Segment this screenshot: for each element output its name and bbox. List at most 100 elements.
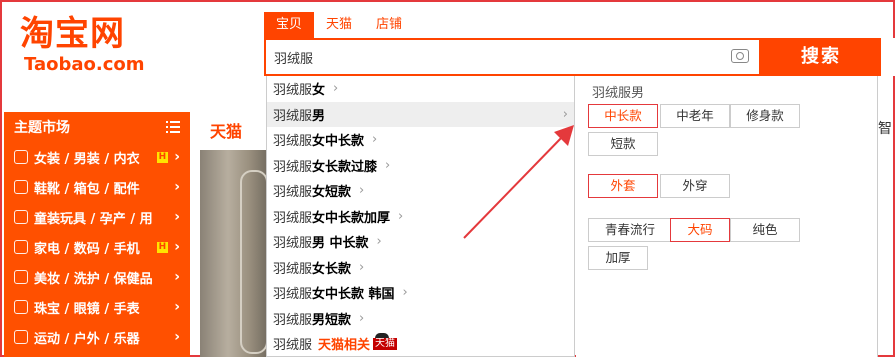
tmall-channel-label[interactable]: 天猫 [210,118,242,142]
sidebar-item[interactable]: 运动 / 户外 / 乐器 › [4,322,190,352]
category-icon [14,180,28,194]
attribute-chip[interactable]: 短款 [588,132,658,156]
suggestion-item[interactable]: 羽绒服男 中长款 › [267,229,574,255]
attribute-chip[interactable]: 中老年 [660,104,730,128]
hot-badge: H [156,241,169,253]
category-icon [14,210,28,224]
attribute-chip[interactable]: 中长款 [588,104,658,128]
attribute-chip[interactable]: 外穿 [660,174,730,198]
chevron-right-icon: › [174,149,180,165]
chevron-right-icon: › [385,157,391,173]
sidebar-list: 女装 / 男装 / 内衣 H › 鞋靴 / 箱包 / 配件 › 童装玩具 / 孕产 / 用… [4,142,190,352]
sidebar-item[interactable]: 鞋靴 / 箱包 / 配件 › [4,172,190,202]
suggestion-item[interactable]: 羽绒服 女短款 › [267,178,574,204]
category-icon [14,300,28,314]
sidebar-item-label: 家电 / 数码 / 手机 [34,241,140,257]
chevron-right-icon: › [174,239,180,255]
chevron-right-icon: › [174,329,180,345]
logo-en-text: Taobao.com [24,54,145,75]
search-button[interactable]: 搜索 [761,38,881,76]
tab-tmall[interactable]: 天猫 [314,12,364,38]
attribute-chip[interactable]: 加厚 [588,246,648,270]
suggestion-prefix: 羽绒服 [273,261,313,277]
suggestion-item[interactable]: 羽绒服 女长款过膝 › [267,153,574,179]
suggestion-prefix: 羽绒服 [273,134,313,150]
suggestion-suffix: 男 [312,108,326,124]
suggestion-prefix: 羽绒服 [273,236,313,252]
tab-shop[interactable]: 店铺 [364,12,414,38]
suggestion-prefix: 羽绒服 [273,159,313,175]
menu-list-icon[interactable] [166,121,180,133]
suggestion-item[interactable]: 羽绒服女 › [267,76,574,102]
sidebar-item-label: 运动 / 户外 / 乐器 [34,331,140,347]
suggestion-attribute-panel: 羽绒服男 中长款 中老年 修身款短款外套 外穿青春流行 大码 纯色加厚 [576,76,878,357]
chevron-right-icon: › [359,310,365,326]
suggestion-item[interactable]: 羽绒服 女中长款 韩国 › [267,280,574,306]
sidebar-title: 主题市场 [14,120,70,136]
tmall-related-label: 天猫相关 [318,338,371,354]
sidebar-item-label: 童装玩具 / 孕产 / 用 [34,211,153,227]
suggestion-item[interactable]: 羽绒服 女中长款加厚 › [267,204,574,230]
taobao-logo[interactable]: 淘宝网 Taobao.com [20,14,170,84]
category-icon [14,330,28,344]
chevron-right-icon: › [402,285,408,301]
suggestion-prefix: 羽绒服 [273,83,313,99]
chevron-right-icon: › [359,183,365,199]
chevron-right-icon: › [376,234,382,250]
attribute-chip[interactable]: 修身款 [730,104,800,128]
suggestion-suffix: 女长款过膝 [312,159,378,175]
suggestion-prefix: 羽绒服 [273,210,313,226]
hot-badge: H [156,151,169,163]
sidebar-item-label: 美妆 / 洗护 / 保健品 [34,271,153,287]
suggestion-prefix: 羽绒服 [273,108,313,124]
search-input[interactable]: 羽绒服 [274,48,313,67]
suggestion-suffix: 男短款 [312,312,352,328]
suggestion-prefix: 羽绒服 [273,312,313,328]
chevron-right-icon: › [174,179,180,195]
chevron-right-icon: › [562,106,568,122]
chevron-right-icon: › [359,259,365,275]
sidebar-item-label: 女装 / 男装 / 内衣 [34,151,140,167]
attribute-chip[interactable]: 纯色 [730,218,800,242]
search-right-edge [881,38,895,76]
suggestion-item[interactable]: 羽绒服男 › [267,101,574,127]
search-box: 羽绒服 [264,38,761,76]
sidebar-item[interactable]: 家电 / 数码 / 手机 H › [4,232,190,262]
suggestion-suffix: 女长款 [312,261,352,277]
tab-baobei[interactable]: 宝贝 [264,12,315,38]
sidebar-item[interactable]: 珠宝 / 眼镜 / 手表 › [4,292,190,322]
sidebar-item[interactable]: 女装 / 男装 / 内衣 H › [4,142,190,172]
suggestion-item[interactable]: 羽绒服 女长款 › [267,255,574,281]
search-suggestion-dropdown: 羽绒服女 › 羽绒服男 › 羽绒服 女中长款 › 羽绒服 女长款过膝 › 羽绒服 女短款 › 羽绒服 女中长… [266,76,575,357]
suggestion-item[interactable]: 羽绒服 天猫相关 天猫 [267,331,574,357]
sidebar-header: 主题市场 [4,112,190,142]
suggestion-suffix: 女短款 [312,185,352,201]
suggestion-suffix: 男 中长款 [312,236,369,252]
category-icon [14,150,28,164]
banner-image[interactable] [200,150,270,357]
edge-text: 智 [878,121,892,137]
suggestion-item[interactable]: 羽绒服 男短款 › [267,306,574,332]
suggestion-prefix: 羽绒服 [273,185,313,201]
suggestion-item[interactable]: 羽绒服 女中长款 › [267,127,574,153]
attribute-chip[interactable]: 大码 [670,218,730,242]
category-icon [14,240,28,254]
chevron-right-icon: › [333,81,339,97]
suggestion-suffix: 女中长款加厚 [312,210,391,226]
suggestion-prefix: 羽绒服 [273,338,313,354]
logo-cn-text: 淘宝网 [20,14,125,54]
suggestion-suffix: 女中长款 [312,134,365,150]
suggestion-prefix: 羽绒服 [273,287,313,303]
suggestion-suffix: 女 [312,83,326,99]
sidebar-item-label: 珠宝 / 眼镜 / 手表 [34,301,140,317]
theme-market-sidebar: 主题市场 女装 / 男装 / 内衣 H › 鞋靴 / 箱包 / 配件 › 童装玩具 / 孕… [4,112,190,357]
attribute-panel-title: 羽绒服男 [592,86,645,101]
suggestion-suffix: 女中长款 韩国 [312,287,395,303]
attribute-chip[interactable]: 外套 [588,174,658,198]
chevron-right-icon: › [174,209,180,225]
sidebar-item[interactable]: 童装玩具 / 孕产 / 用 › [4,202,190,232]
camera-icon[interactable] [731,49,749,63]
sidebar-item[interactable]: 美妆 / 洗护 / 保健品 › [4,262,190,292]
tmall-cat-badge: 天猫 [373,332,398,350]
attribute-chip[interactable]: 青春流行 [588,218,672,242]
